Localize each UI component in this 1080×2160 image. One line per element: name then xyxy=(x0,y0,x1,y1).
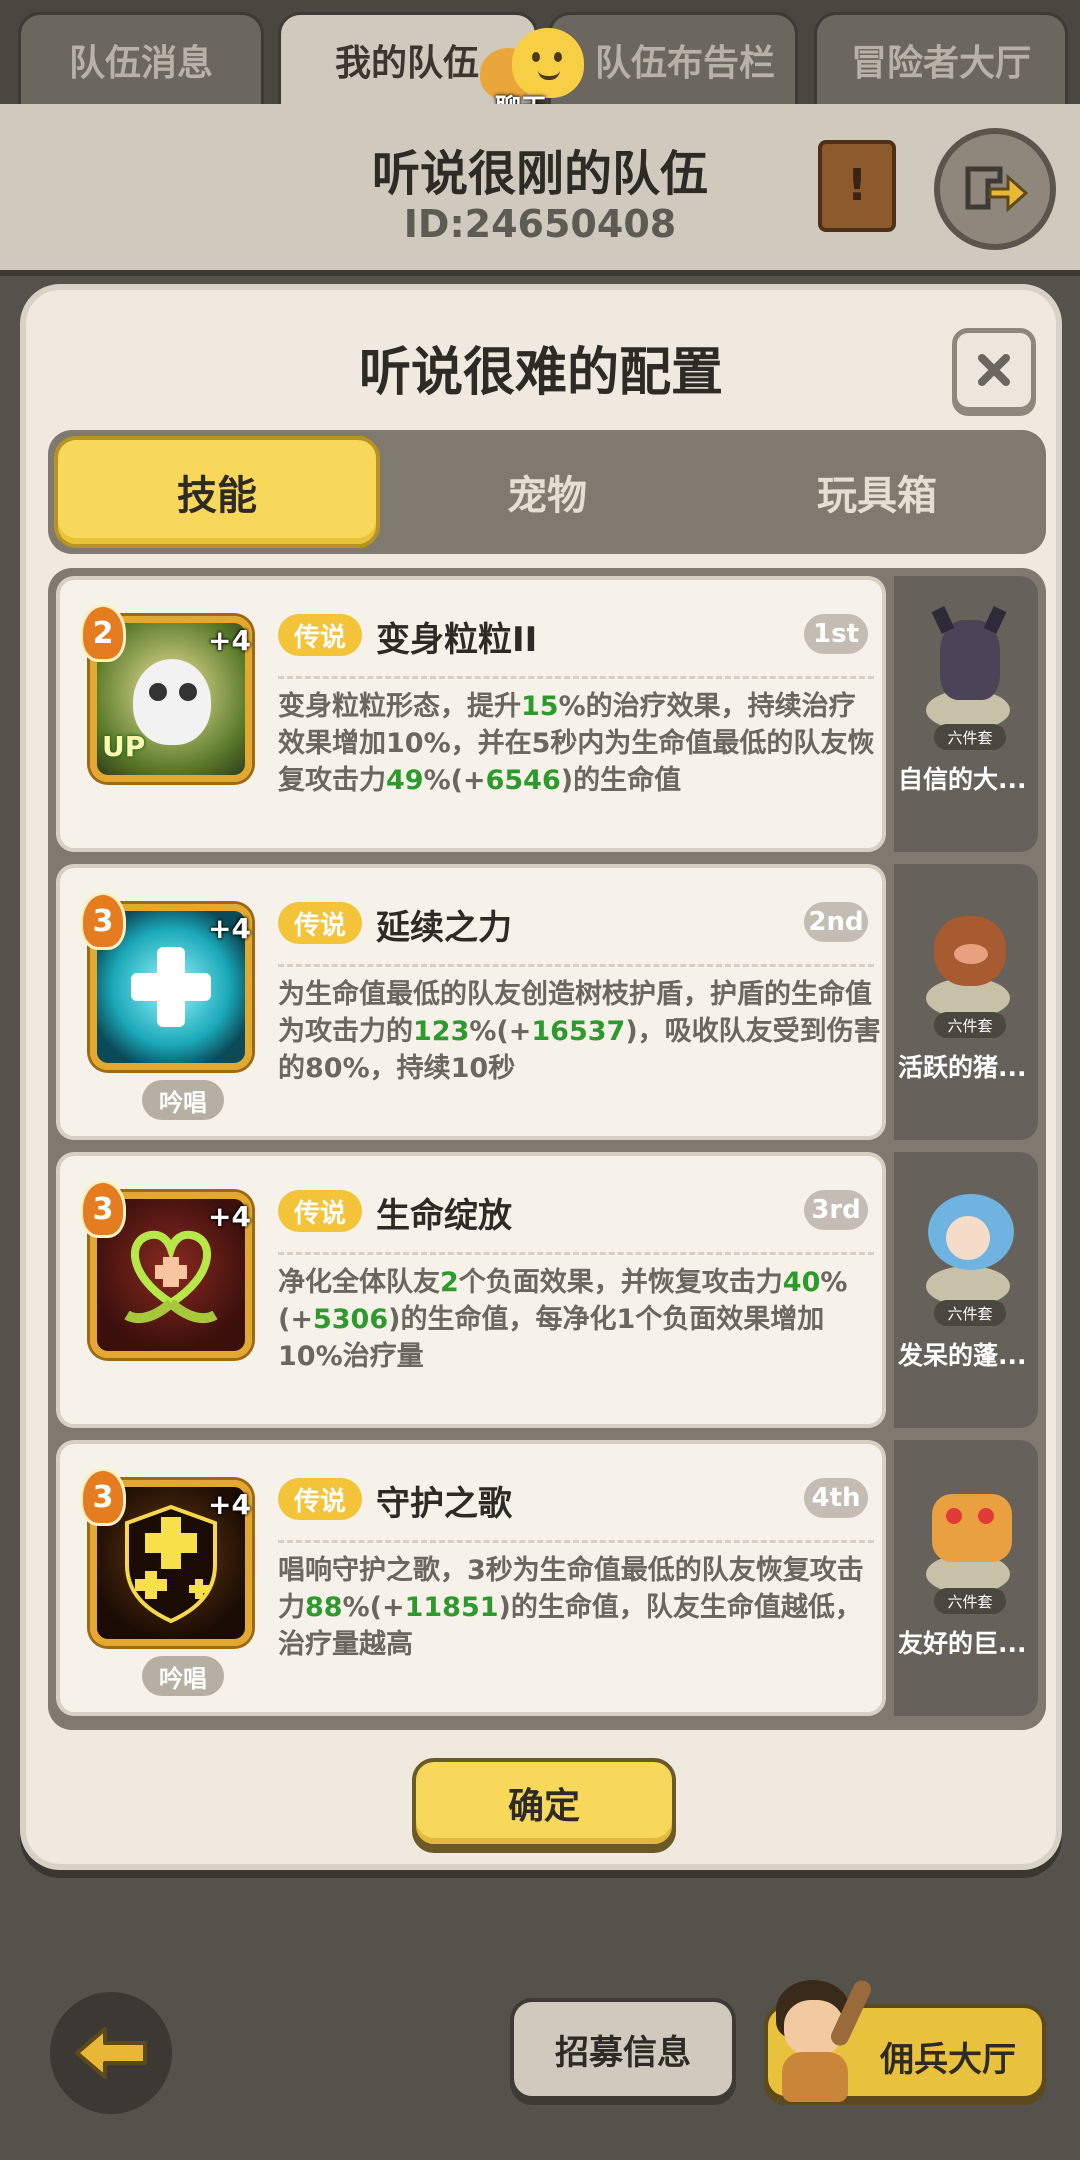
skill-card[interactable]: 3 +4 吟唱 传说 延续之力 2nd 为生命值最低的队友创造树枝护盾，护盾的生… xyxy=(56,864,886,1140)
mount-name: 友好的巨... xyxy=(898,1629,1027,1658)
mount-panel[interactable]: 六件套 发呆的蓬... xyxy=(894,1152,1038,1428)
skill-list: 2 +4 UP 传说 变身粒粒II 1st 变身粒粒形态，提升15%的治疗效果，… xyxy=(48,568,1046,1730)
mercenary-hall-button[interactable]: 佣兵大厅 xyxy=(764,1977,1046,2102)
set-badge: 六件套 xyxy=(934,1300,1006,1326)
close-icon xyxy=(978,354,1010,386)
skill-level-badge: 3 xyxy=(80,1180,126,1238)
skill-description: 净化全体队友2个负面效果，并恢复攻击力40%(+5306)的生命值，每净化1个负… xyxy=(278,1267,848,1372)
divider xyxy=(278,676,874,679)
skill-plus-badge: +4 xyxy=(208,1200,251,1233)
caveman-icon xyxy=(762,1974,874,2104)
chant-tag: 吟唱 xyxy=(142,1080,224,1120)
skill-card[interactable]: 3 +4 吟唱 传说 守护之歌 4th 唱响守护之歌，3秒为生命值最低的队友恢复… xyxy=(56,1440,886,1716)
skill-description: 变身粒粒形态，提升15%的治疗效果，持续治疗效果增加10%，并在5秒内为生命值最… xyxy=(278,691,875,796)
tab-pets[interactable]: 宠物 xyxy=(384,436,710,548)
skill-name: 延续之力 xyxy=(376,908,512,948)
skill-rank-badge: 1st xyxy=(804,614,868,654)
team-header: 听说很刚的队伍 ID:24650408 xyxy=(0,104,1080,276)
recruit-info-button[interactable]: 招募信息 xyxy=(510,1998,736,2100)
skill-rank-badge: 4th xyxy=(804,1478,868,1518)
divider xyxy=(278,964,874,967)
rarity-badge: 传说 xyxy=(278,1190,362,1232)
skill-card[interactable]: 2 +4 UP 传说 变身粒粒II 1st 变身粒粒形态，提升15%的治疗效果，… xyxy=(56,576,886,852)
set-badge: 六件套 xyxy=(934,1588,1006,1614)
skill-rank-badge: 3rd xyxy=(804,1190,868,1230)
set-badge: 六件套 xyxy=(934,724,1006,750)
mount-name: 活跃的猪... xyxy=(898,1053,1027,1082)
rarity-badge: 传说 xyxy=(278,614,362,656)
mount-name: 自信的大... xyxy=(898,765,1027,794)
goat-mount-icon xyxy=(916,600,1020,732)
skill-name: 变身粒粒II xyxy=(376,620,538,660)
robot-mount-icon xyxy=(916,1464,1020,1596)
segment-tabs: 技能 宠物 玩具箱 xyxy=(48,430,1046,554)
confirm-button[interactable]: 确定 xyxy=(412,1758,676,1848)
skill-name: 生命绽放 xyxy=(376,1196,512,1236)
exit-arrow-icon xyxy=(965,166,1029,213)
config-modal: 听说很难的配置 技能 宠物 玩具箱 2 +4 UP 传说 变身粒粒II 1st … xyxy=(20,284,1062,1870)
team-name: 听说很刚的队伍 xyxy=(371,146,708,202)
mount-panel[interactable]: 六件套 活跃的猪... xyxy=(894,864,1038,1140)
modal-title: 听说很难的配置 xyxy=(358,343,723,403)
tab-adventurer-hall[interactable]: 冒险者大厅 xyxy=(814,12,1068,104)
skill-up-badge: UP xyxy=(102,730,146,763)
skill-level-badge: 3 xyxy=(80,892,126,950)
skill-level-badge: 2 xyxy=(80,604,126,662)
skill-plus-badge: +4 xyxy=(208,912,251,945)
skill-plus-badge: +4 xyxy=(208,624,251,657)
exit-team-button[interactable] xyxy=(934,128,1056,250)
set-badge: 六件套 xyxy=(934,1012,1006,1038)
chant-tag: 吟唱 xyxy=(142,1656,224,1696)
boar-mount-icon xyxy=(916,888,1020,1020)
close-button[interactable] xyxy=(952,328,1036,412)
mercenary-hall-label: 佣兵大厅 xyxy=(880,2040,1016,2080)
tab-toybox[interactable]: 玩具箱 xyxy=(714,436,1040,548)
skill-description: 唱响守护之歌，3秒为生命值最低的队友恢复攻击力88%(+11851)的生命值，队… xyxy=(278,1555,864,1660)
skill-rank-badge: 2nd xyxy=(804,902,868,942)
rarity-badge: 传说 xyxy=(278,1478,362,1520)
back-arrow-icon xyxy=(75,2027,147,2079)
divider xyxy=(278,1540,874,1543)
divider xyxy=(278,1252,874,1255)
mount-name: 发呆的蓬... xyxy=(898,1341,1027,1370)
mount-panel[interactable]: 六件套 自信的大... xyxy=(894,576,1038,852)
tab-skills[interactable]: 技能 xyxy=(54,436,380,548)
skill-level-badge: 3 xyxy=(80,1468,126,1526)
sheep-mount-icon xyxy=(916,1176,1020,1308)
skill-name: 守护之歌 xyxy=(376,1484,512,1524)
tab-team-messages[interactable]: 队伍消息 xyxy=(18,12,264,104)
mount-panel[interactable]: 六件套 友好的巨... xyxy=(894,1440,1038,1716)
skill-card[interactable]: 3 +4 传说 生命绽放 3rd 净化全体队友2个负面效果，并恢复攻击力40%(… xyxy=(56,1152,886,1428)
skill-plus-badge: +4 xyxy=(208,1488,251,1521)
notice-scroll-icon[interactable] xyxy=(818,140,896,232)
back-button[interactable] xyxy=(50,1992,172,2114)
team-id: ID:24650408 xyxy=(403,202,677,246)
skill-description: 为生命值最低的队友创造树枝护盾，护盾的生命值为攻击力的123%(+16537)，… xyxy=(278,979,881,1084)
rarity-badge: 传说 xyxy=(278,902,362,944)
